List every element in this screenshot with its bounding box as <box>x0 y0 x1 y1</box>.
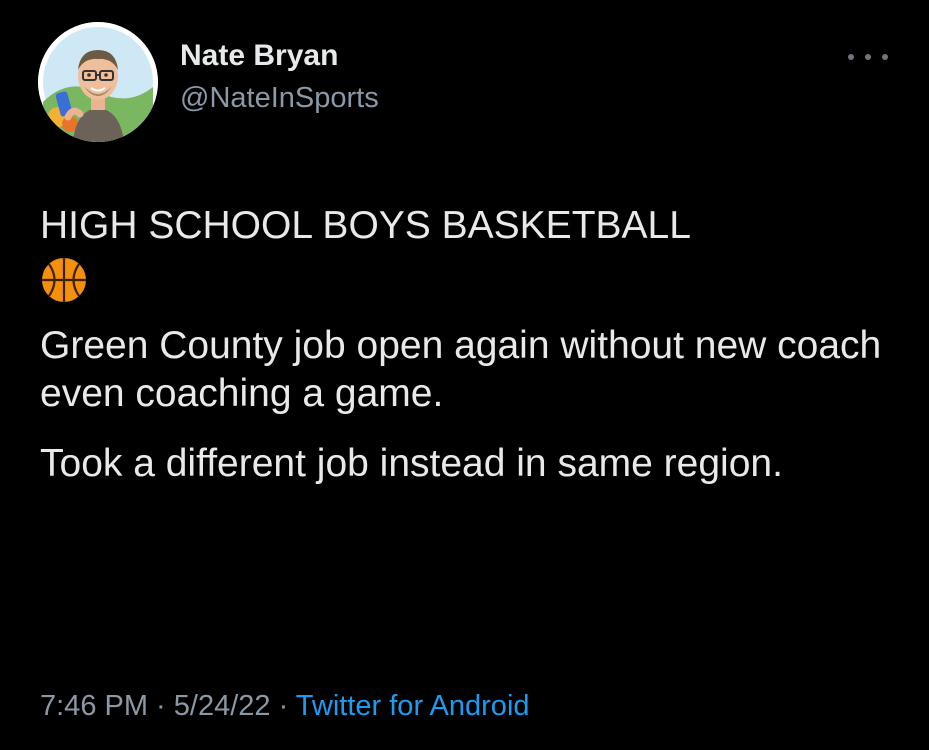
avatar[interactable] <box>38 22 158 142</box>
tweet-paragraph: Took a different job instead in same reg… <box>40 442 783 485</box>
tweet-metadata: 7:46 PM · 5/24/22 · Twitter for Android <box>40 690 530 723</box>
tweet-card: Nate Bryan @NateInSports HIGH SCHOOL BOY… <box>0 0 929 750</box>
tweet-source-link[interactable]: Twitter for Android <box>296 690 530 722</box>
tweet-date[interactable]: 5/24/22 <box>174 690 271 722</box>
avatar-image <box>38 22 158 142</box>
more-dot <box>848 54 854 60</box>
meta-separator: · <box>270 690 296 722</box>
more-dot <box>865 54 871 60</box>
tweet-time[interactable]: 7:46 PM <box>40 690 148 722</box>
meta-separator: · <box>148 690 174 722</box>
author-name[interactable]: Nate Bryan <box>180 39 338 73</box>
author-handle[interactable]: @NateInSports <box>180 82 379 115</box>
more-options-icon[interactable] <box>848 50 888 64</box>
more-dot <box>882 54 888 60</box>
basketball-emoji-icon <box>42 258 86 302</box>
tweet-paragraph: Green County job open again without new … <box>40 324 882 415</box>
tweet-heading: HIGH SCHOOL BOYS BASKETBALL <box>40 204 691 247</box>
tweet-text: HIGH SCHOOL BOYS BASKETBALL Green County… <box>40 202 900 488</box>
tweet-heading-block: HIGH SCHOOL BOYS BASKETBALL <box>40 202 900 302</box>
